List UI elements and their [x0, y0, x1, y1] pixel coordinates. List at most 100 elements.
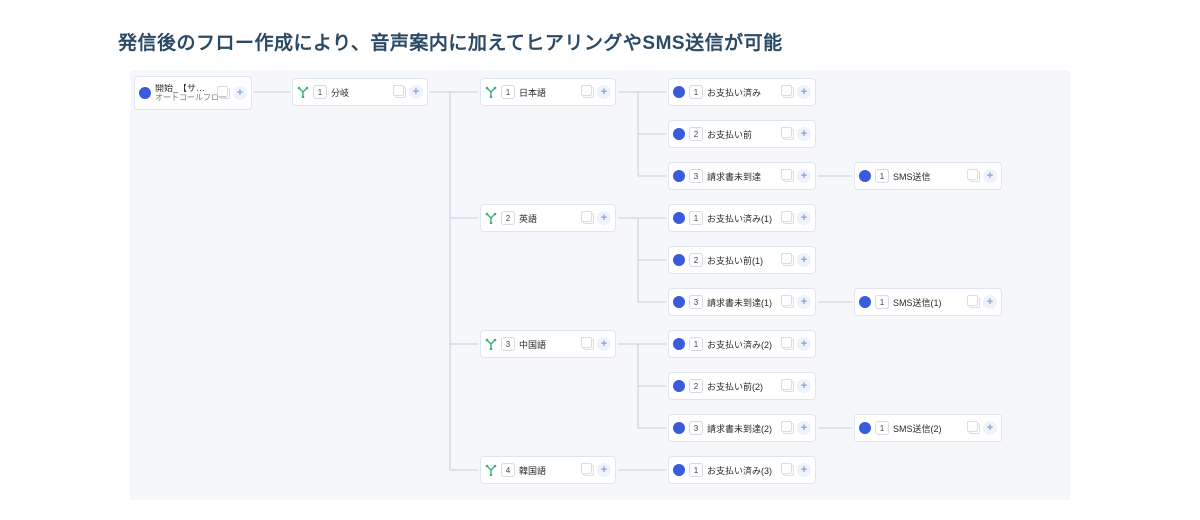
node-number: 3 — [501, 337, 515, 351]
node-number: 1 — [875, 169, 889, 183]
info-icon — [673, 338, 685, 350]
copy-icon[interactable] — [583, 87, 594, 98]
node-label: SMS送信(2) — [893, 422, 942, 435]
node-number: 3 — [689, 421, 703, 435]
add-button[interactable]: + — [983, 295, 997, 309]
add-button[interactable]: + — [233, 86, 247, 100]
add-button[interactable]: + — [983, 421, 997, 435]
add-button[interactable]: + — [797, 337, 811, 351]
copy-icon[interactable] — [395, 87, 406, 98]
info-icon — [673, 464, 685, 476]
node-number: 3 — [689, 295, 703, 309]
copy-icon[interactable] — [969, 171, 980, 182]
node-label: お支払い前(1) — [707, 254, 763, 267]
add-button[interactable]: + — [797, 85, 811, 99]
node-sublabel: オートコールフロー — [155, 94, 213, 103]
node-option[interactable]: 1 お支払い済み(2) + — [668, 330, 816, 358]
node-lang-jp[interactable]: 1 日本語 + — [480, 78, 616, 106]
info-icon — [673, 422, 685, 434]
copy-icon[interactable] — [783, 87, 794, 98]
node-label: お支払い前 — [707, 128, 752, 141]
node-lang-en[interactable]: 2 英語 + — [480, 204, 616, 232]
node-number: 2 — [689, 253, 703, 267]
copy-icon[interactable] — [783, 213, 794, 224]
add-button[interactable]: + — [983, 169, 997, 183]
node-lang-kr[interactable]: 4 韓国語 + — [480, 456, 616, 484]
add-button[interactable]: + — [597, 85, 611, 99]
info-icon — [673, 212, 685, 224]
fork-icon — [485, 86, 497, 98]
node-option[interactable]: 2 お支払い前 + — [668, 120, 816, 148]
node-sms[interactable]: 1SMS送信(1) + — [854, 288, 1002, 316]
copy-icon[interactable] — [783, 129, 794, 140]
info-icon — [859, 170, 871, 182]
add-button[interactable]: + — [797, 421, 811, 435]
node-number: 3 — [689, 169, 703, 183]
node-number: 2 — [689, 127, 703, 141]
add-button[interactable]: + — [597, 211, 611, 225]
flow-canvas: 開始_【サンプル】I社 オートコールフロー + 1 分岐 + 1 日本語 — [130, 70, 1070, 500]
node-number: 1 — [689, 337, 703, 351]
node-number: 1 — [689, 211, 703, 225]
fork-icon — [485, 464, 497, 476]
node-start[interactable]: 開始_【サンプル】I社 オートコールフロー + — [134, 76, 252, 110]
copy-icon[interactable] — [783, 255, 794, 266]
node-option[interactable]: 3請求書未到達(2) + — [668, 414, 816, 442]
copy-icon[interactable] — [783, 297, 794, 308]
node-option[interactable]: 3 請求書未到達(1) + — [668, 288, 816, 316]
fork-icon — [485, 338, 497, 350]
copy-icon[interactable] — [583, 339, 594, 350]
node-option[interactable]: 1お支払い済み + — [668, 78, 816, 106]
node-label: お支払い前(2) — [707, 380, 763, 393]
info-icon — [673, 254, 685, 266]
copy-icon[interactable] — [219, 88, 230, 99]
add-button[interactable]: + — [797, 379, 811, 393]
node-label: 請求書未到達 — [707, 170, 761, 183]
node-number: 4 — [501, 463, 515, 477]
add-button[interactable]: + — [797, 169, 811, 183]
node-label: お支払い済み(1) — [707, 212, 772, 225]
info-icon — [673, 380, 685, 392]
node-label: 日本語 — [519, 86, 546, 99]
info-icon — [673, 296, 685, 308]
node-label: SMS送信 — [893, 170, 931, 183]
info-icon — [673, 86, 685, 98]
node-label: 英語 — [519, 212, 537, 225]
node-number: 1 — [875, 421, 889, 435]
copy-icon[interactable] — [783, 423, 794, 434]
copy-icon[interactable] — [783, 339, 794, 350]
node-option[interactable]: 2 お支払い前(2) + — [668, 372, 816, 400]
copy-icon[interactable] — [583, 465, 594, 476]
node-option[interactable]: 2 お支払い前(1) + — [668, 246, 816, 274]
add-button[interactable]: + — [797, 211, 811, 225]
node-number: 2 — [501, 211, 515, 225]
node-number: 2 — [689, 379, 703, 393]
info-icon — [859, 422, 871, 434]
add-button[interactable]: + — [797, 127, 811, 141]
copy-icon[interactable] — [583, 213, 594, 224]
copy-icon[interactable] — [783, 171, 794, 182]
node-sms[interactable]: 1 SMS送信(2) + — [854, 414, 1002, 442]
copy-icon[interactable] — [783, 381, 794, 392]
node-option[interactable]: 1お支払い済み(3) + — [668, 456, 816, 484]
node-option[interactable]: 1 お支払い済み(1) + — [668, 204, 816, 232]
node-label: お支払い済み(2) — [707, 338, 772, 351]
info-icon — [859, 296, 871, 308]
node-option[interactable]: 3 請求書未到達 + — [668, 162, 816, 190]
add-button[interactable]: + — [409, 85, 423, 99]
node-branch[interactable]: 1 分岐 + — [292, 78, 428, 106]
node-label: お支払い済み — [707, 86, 761, 99]
node-label: 中国語 — [519, 338, 546, 351]
copy-icon[interactable] — [783, 465, 794, 476]
node-sms[interactable]: 1 SMS送信 + — [854, 162, 1002, 190]
add-button[interactable]: + — [797, 253, 811, 267]
add-button[interactable]: + — [797, 463, 811, 477]
node-label: 韓国語 — [519, 464, 546, 477]
copy-icon[interactable] — [969, 297, 980, 308]
add-button[interactable]: + — [597, 337, 611, 351]
add-button[interactable]: + — [797, 295, 811, 309]
copy-icon[interactable] — [969, 423, 980, 434]
add-button[interactable]: + — [597, 463, 611, 477]
node-lang-cn[interactable]: 3 中国語 + — [480, 330, 616, 358]
node-label: 請求書未到達(1) — [707, 296, 772, 309]
